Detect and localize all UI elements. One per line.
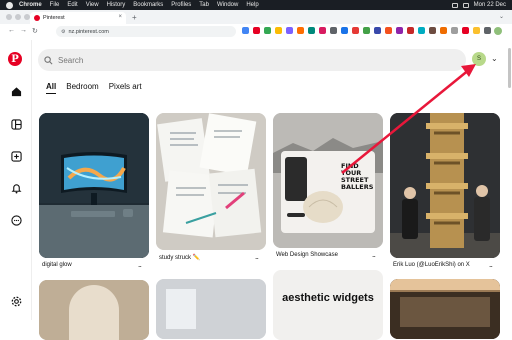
tab-pixels-art[interactable]: Pixels art [109,82,142,94]
pin-aesthetic-widgets-image[interactable]: aesthetic widgets [273,270,383,340]
search-placeholder: Search [58,55,84,65]
board-filter-tabs: All Bedroom Pixels art [46,82,142,94]
extension-icon[interactable] [297,27,304,34]
extension-icon[interactable] [451,27,458,34]
pin-caption[interactable]: study struck ✏️ [159,254,200,261]
tab-title: Pinterest [43,15,65,21]
pin-web-design-image[interactable]: FIND YOUR STREET BALLERS [273,113,383,248]
back-button[interactable]: ← [8,27,15,34]
extension-icon[interactable] [374,27,381,34]
pinterest-logo-icon[interactable]: P [8,52,22,66]
extension-icon[interactable] [275,27,282,34]
pin-caption[interactable]: Web Design Showcase [276,252,338,258]
window-controls [6,14,30,20]
menu-file[interactable]: File [50,2,60,8]
menu-view[interactable]: View [86,2,99,8]
boards-icon[interactable] [9,117,23,131]
notifications-icon[interactable] [9,181,23,195]
tab-search-icon[interactable]: ⌄ [499,13,504,20]
pin-interior-image[interactable] [390,279,500,339]
aesthetic-widgets-text: aesthetic widgets [282,292,374,304]
extension-icon[interactable] [319,27,326,34]
extension-icon[interactable] [462,27,469,34]
avatar[interactable]: S [472,52,486,66]
battery-icon[interactable] [451,2,458,8]
address-bar[interactable]: ⚙ nz.pinterest.com [56,26,236,37]
menu-tab[interactable]: Tab [199,2,209,8]
apple-icon[interactable] [6,1,13,9]
pin-more-icon[interactable]: ... [255,254,259,261]
pin-study-struck-image[interactable] [156,113,266,250]
pin-arch-image[interactable] [39,280,149,340]
extension-icon[interactable] [341,27,348,34]
chevron-down-icon[interactable]: ⌄ [491,54,498,63]
home-icon[interactable] [9,84,23,98]
wifi-icon[interactable] [462,2,469,8]
site-info-icon[interactable]: ⚙ [61,29,65,35]
menu-profiles[interactable]: Profiles [171,2,191,8]
page-scrollbar[interactable] [508,48,511,88]
extension-icon[interactable] [484,27,491,34]
close-window-button[interactable] [6,14,12,20]
minimize-window-button[interactable] [15,14,21,20]
extension-icon[interactable] [363,27,370,34]
extension-icon[interactable] [473,27,480,34]
extension-icon[interactable] [308,27,315,34]
extension-icon[interactable] [286,27,293,34]
extensions-toolbar [242,27,491,34]
menu-help[interactable]: Help [246,2,258,8]
pin-caption[interactable]: Erik Luo (@LuoErikShi) on X [393,262,470,268]
pinterest-favicon-icon [34,15,40,21]
tab-bedroom[interactable]: Bedroom [66,82,98,94]
mac-menubar: Chrome File Edit View History Bookmarks … [0,0,512,10]
search-input[interactable]: Search [38,49,466,71]
pin-digital-glow-image[interactable] [39,113,149,258]
extension-icon[interactable] [396,27,403,34]
left-navigation-rail: P [0,40,32,320]
menu-bookmarks[interactable]: Bookmarks [133,2,163,8]
extension-icon[interactable] [242,27,249,34]
forward-button[interactable]: → [20,27,27,34]
pin-caption[interactable]: digital glow [42,262,72,268]
extension-icon[interactable] [429,27,436,34]
search-icon [44,55,53,64]
messages-icon[interactable] [9,213,23,227]
create-icon[interactable] [9,149,23,163]
extension-icon[interactable] [264,27,271,34]
new-tab-button[interactable]: + [132,13,137,22]
reload-button[interactable]: ↻ [32,27,38,35]
web-pin-headline: FIND YOUR STREET BALLERS [341,162,374,191]
extension-icon[interactable] [330,27,337,34]
pin-erik-luo-image[interactable] [390,113,500,258]
extension-icon[interactable] [253,27,260,34]
settings-icon[interactable] [9,294,23,308]
menu-app-name[interactable]: Chrome [19,2,42,8]
extension-icon[interactable] [385,27,392,34]
menu-history[interactable]: History [107,2,126,8]
menu-window[interactable]: Window [217,2,238,8]
extension-icon[interactable] [440,27,447,34]
extension-icon[interactable] [418,27,425,34]
close-tab-icon[interactable]: × [118,14,122,20]
pin-more-icon[interactable]: ... [372,252,376,259]
menubar-clock[interactable]: Mon 22 Dec [474,2,506,8]
tab-pinterest[interactable]: Pinterest × [30,12,126,24]
menu-edit[interactable]: Edit [67,2,77,8]
tab-all[interactable]: All [46,82,57,94]
extension-icon[interactable] [407,27,414,34]
browser-chrome: Pinterest × + ⌄ ← → ↻ ⚙ nz.pinterest.com [0,10,512,40]
url-text: nz.pinterest.com [68,28,109,35]
extension-icon[interactable] [352,27,359,34]
chrome-profile-icon[interactable] [494,27,502,35]
pin-more-icon[interactable]: ... [138,262,142,269]
pin-more-icon[interactable]: ... [489,262,493,269]
pin-room-image[interactable] [156,279,266,339]
